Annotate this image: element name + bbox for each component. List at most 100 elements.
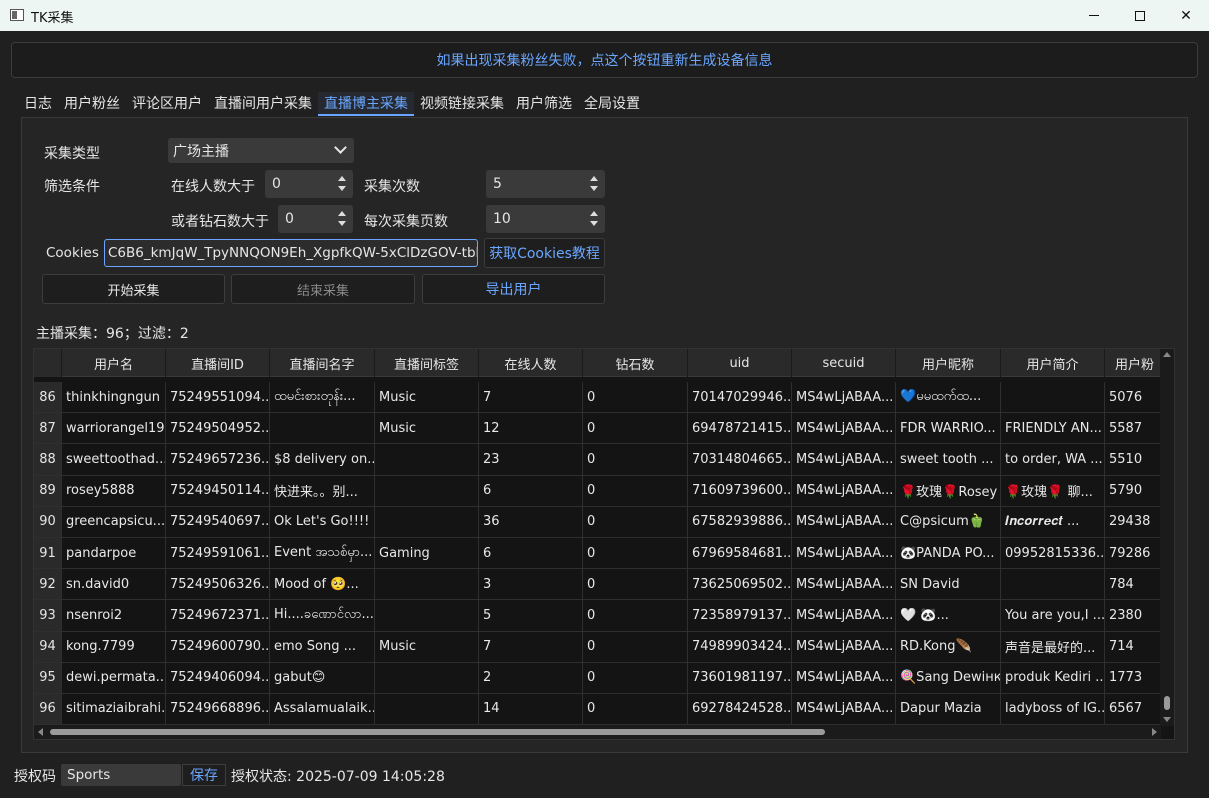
column-header[interactable]: 用户粉 — [1105, 349, 1161, 377]
row-number[interactable]: 89 — [34, 475, 62, 507]
table-cell[interactable]: Ok Let's Go!!!! — [270, 506, 375, 538]
table-cell[interactable]: 72358979137... — [688, 600, 792, 632]
table-cell[interactable]: sweet tooth ... — [896, 444, 1001, 476]
table-cell[interactable]: 69478721415... — [688, 413, 792, 445]
table-row[interactable]: 91 pandarpoe 75249591061... Event အသစ်မှာ..… — [34, 537, 1161, 570]
table-cell[interactable]: 0 — [583, 537, 688, 570]
table-cell[interactable]: Hi....ခဏောင်လာ... — [270, 600, 375, 632]
table-cell[interactable] — [1001, 382, 1105, 414]
table-cell[interactable]: MS4wLjABAA... — [792, 537, 896, 570]
column-header[interactable]: 直播间名字 — [270, 349, 375, 377]
tab-live-streamer[interactable]: 直播博主采集 — [318, 92, 414, 116]
row-number[interactable]: 93 — [34, 600, 62, 632]
table-cell[interactable]: RD.Kong🪶 — [896, 631, 1001, 663]
table-cell[interactable]: 1773 — [1105, 663, 1161, 694]
table-cell[interactable]: MS4wLjABAA... — [792, 600, 896, 632]
table-cell[interactable]: 71609739600... — [688, 475, 792, 507]
table-cell[interactable]: 快进来。。别... — [270, 475, 375, 507]
table-cell[interactable]: 14 — [479, 693, 583, 726]
table-cell[interactable]: Music — [375, 382, 479, 414]
table-cell[interactable]: nsenroi2 — [62, 600, 166, 632]
tab-live-room-users[interactable]: 直播间用户采集 — [208, 92, 318, 116]
table-cell[interactable]: SN David — [896, 569, 1001, 601]
table-cell[interactable]: thinkhingngun — [62, 382, 166, 414]
table-row[interactable]: 89 rosey5888 75249450114... 快进来。。别... 6 0 7160… — [34, 475, 1161, 507]
close-button[interactable]: ✕ — [1163, 0, 1209, 31]
column-header[interactable]: 在线人数 — [479, 349, 583, 377]
table-cell[interactable]: 0 — [583, 569, 688, 601]
row-number[interactable]: 87 — [34, 413, 62, 445]
spin-arrows-icon[interactable] — [337, 209, 347, 229]
table-cell[interactable]: 0 — [583, 631, 688, 663]
minimize-button[interactable] — [1071, 0, 1117, 31]
collect-type-select[interactable]: 广场主播 — [168, 138, 354, 163]
table-cell[interactable]: 70147029946... — [688, 382, 792, 414]
table-cell[interactable]: You are you,I ... — [1001, 600, 1105, 632]
table-cell[interactable]: MS4wLjABAA... — [792, 662, 896, 694]
table-cell[interactable]: 67582939886... — [688, 506, 792, 538]
save-button[interactable]: 保存 — [182, 764, 226, 786]
table-cell[interactable]: 73625069502... — [688, 569, 792, 601]
column-header[interactable]: 直播间标签 — [375, 349, 479, 377]
table-cell[interactable]: 67969584681... — [688, 537, 792, 570]
table-cell[interactable]: 2380 — [1105, 600, 1161, 632]
table-row[interactable]: 93 nsenroi2 75249672371... Hi....ခဏောင်လာ..… — [34, 600, 1161, 632]
table-cell[interactable]: 5587 — [1105, 413, 1161, 445]
table-cell[interactable]: MS4wLjABAA... — [792, 506, 896, 538]
table-cell[interactable]: 09952815336... — [1001, 537, 1105, 570]
table-cell[interactable]: 6 — [479, 537, 583, 570]
table-cell[interactable]: ladyboss of IG... — [1001, 693, 1105, 726]
table-cell[interactable]: 5076 — [1105, 382, 1161, 414]
scroll-thumb[interactable] — [1164, 696, 1170, 710]
tab-user-fans[interactable]: 用户粉丝 — [58, 92, 126, 116]
spin-arrows-icon[interactable] — [589, 209, 599, 229]
table-corner[interactable] — [34, 349, 62, 377]
table-cell[interactable]: 75249450114... — [166, 475, 270, 507]
collect-times-spinbox[interactable]: 5 — [486, 170, 605, 198]
table-row[interactable]: 95 dewi.permata... 75249406094... gabut😊 2 0 7… — [34, 662, 1161, 694]
table-row[interactable]: 86 thinkhingngun 75249551094... ထမင်းစားတုန… — [34, 382, 1161, 414]
table-cell[interactable]: rosey5888 — [62, 475, 166, 507]
table-cell[interactable]: 0 — [583, 600, 688, 632]
table-cell[interactable] — [375, 600, 479, 632]
table-cell[interactable]: to order, WA ... — [1001, 444, 1105, 476]
table-cell[interactable]: 12 — [479, 413, 583, 445]
table-cell[interactable] — [375, 444, 479, 476]
table-cell[interactable] — [375, 569, 479, 601]
scroll-up-icon[interactable] — [1163, 352, 1171, 357]
table-cell[interactable]: 75249668896... — [166, 693, 270, 726]
table-cell[interactable]: produk Kediri ... — [1001, 662, 1105, 694]
table-cell[interactable]: 🐼PANDA PO... — [896, 537, 1001, 570]
column-header[interactable]: 用户简介 — [1001, 349, 1105, 377]
column-header[interactable]: secuid — [792, 349, 896, 377]
table-cell[interactable]: 6567 — [1105, 694, 1161, 726]
column-header[interactable]: 直播间ID — [166, 349, 270, 377]
table-cell[interactable]: 6 — [479, 475, 583, 507]
table-cell[interactable]: sn.david0 — [62, 569, 166, 601]
scroll-left-icon[interactable] — [38, 728, 43, 736]
table-cell[interactable]: 2 — [479, 662, 583, 694]
online-gt-spinbox[interactable]: 0 — [265, 170, 353, 198]
table-cell[interactable] — [375, 662, 479, 694]
row-number[interactable]: 91 — [34, 537, 62, 570]
table-cell[interactable]: 5 — [479, 600, 583, 632]
table-cell[interactable]: Assalamualaik... — [270, 693, 375, 726]
table-cell[interactable]: kong.7799 — [62, 631, 166, 663]
vertical-scrollbar[interactable] — [1160, 349, 1174, 726]
table-cell[interactable]: 23 — [479, 444, 583, 476]
table-cell[interactable]: sitimaziaibrahi... — [62, 693, 166, 726]
table-cell[interactable]: emo Song ... — [270, 631, 375, 663]
table-cell[interactable]: 69278424528... — [688, 693, 792, 726]
row-number[interactable]: 95 — [34, 662, 62, 694]
table-cell[interactable]: 75249406094... — [166, 662, 270, 694]
table-cell[interactable]: 75249591061... — [166, 537, 270, 570]
table-cell[interactable]: 0 — [583, 413, 688, 445]
table-row[interactable]: 94 kong.7799 75249600790... emo Song ... Mus… — [34, 631, 1161, 663]
row-number[interactable]: 88 — [34, 444, 62, 476]
row-number[interactable]: 92 — [34, 569, 62, 601]
diamond-gt-spinbox[interactable]: 0 — [278, 205, 353, 233]
table-cell[interactable] — [270, 413, 375, 445]
table-cell[interactable]: FDR WARRIO... — [896, 413, 1001, 445]
table-cell[interactable]: MS4wLjABAA... — [792, 569, 896, 601]
table-cell[interactable]: Dapur Mazia — [896, 693, 1001, 726]
